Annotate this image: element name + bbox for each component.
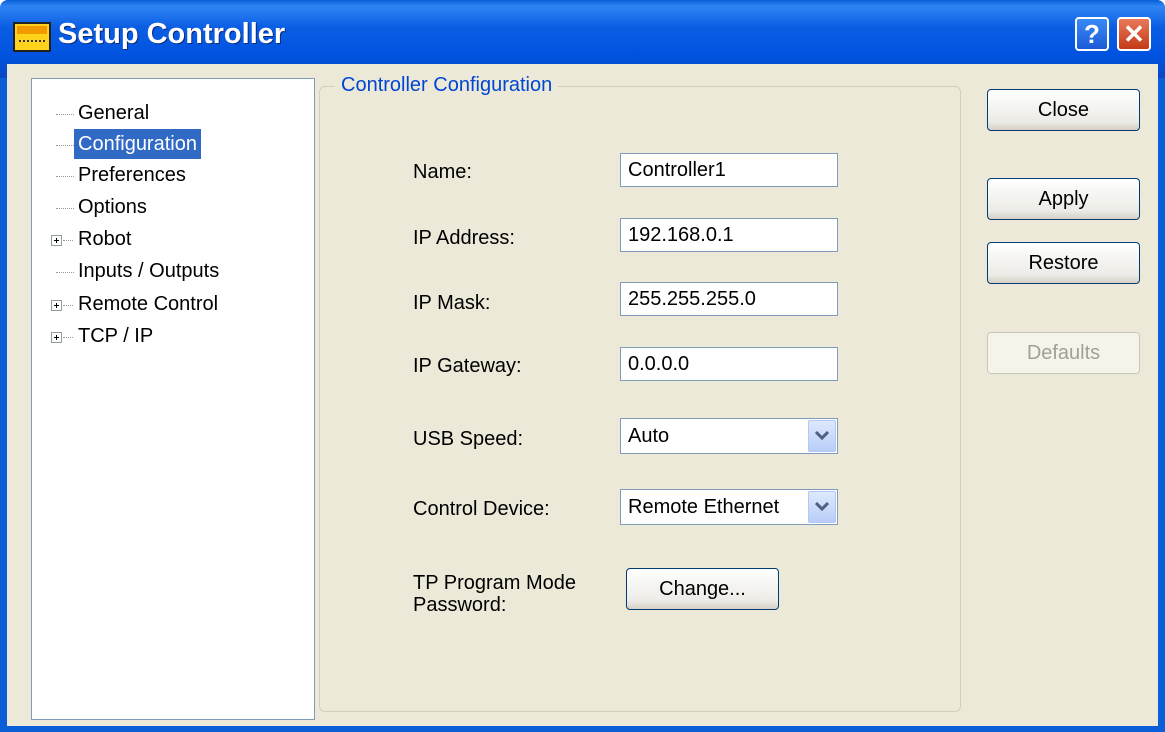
tree-connector <box>56 208 74 209</box>
ip-address-label: IP Address: <box>413 227 515 249</box>
window-title: Setup Controller <box>58 18 286 50</box>
control-device-value: Remote Ethernet <box>628 496 780 518</box>
usb-speed-value: Auto <box>628 425 670 447</box>
change-password-button[interactable]: Change... <box>626 568 779 610</box>
restore-button[interactable]: Restore <box>987 242 1140 284</box>
tree-item-label: Configuration <box>74 129 201 159</box>
name-field[interactable]: Controller1 <box>620 153 838 187</box>
control-device-label: Control Device: <box>413 498 550 520</box>
plus-box-icon[interactable] <box>51 235 62 246</box>
tree-connector <box>63 337 73 338</box>
tree-connector <box>56 114 74 115</box>
tree-connector <box>63 305 73 306</box>
ip-gateway-label: IP Gateway: <box>413 355 522 377</box>
ip-mask-label: IP Mask: <box>413 292 491 314</box>
apply-button[interactable]: Apply <box>987 178 1140 220</box>
close-icon[interactable]: ✕ <box>1117 17 1151 51</box>
chevron-down-icon[interactable] <box>808 420 836 452</box>
tree-item-label: Options <box>78 196 147 218</box>
tree-item-label: Remote Control <box>78 293 219 315</box>
chevron-down-icon[interactable] <box>808 491 836 523</box>
tree-connector <box>56 145 74 146</box>
close-button[interactable]: Close <box>987 89 1140 131</box>
controller-app-icon <box>13 22 51 52</box>
usb-speed-label: USB Speed: <box>413 428 524 450</box>
setup-controller-window: Setup Controller ? ✕ General Configurati… <box>0 0 1165 732</box>
ip-mask-field[interactable]: 255.255.255.0 <box>620 282 838 316</box>
dialog-client-area: General Configuration Preferences Option… <box>7 64 1158 726</box>
tree-item-label: General <box>78 102 150 124</box>
tree-item-label: TCP / IP <box>78 325 154 347</box>
plus-box-icon[interactable] <box>51 332 62 343</box>
help-icon[interactable]: ? <box>1075 17 1109 51</box>
tp-password-label-line2: Password: <box>413 594 507 616</box>
tree-item-label: Robot <box>78 228 132 250</box>
defaults-button: Defaults <box>987 332 1140 374</box>
name-label: Name: <box>413 161 472 183</box>
group-title: Controller Configuration <box>335 74 559 97</box>
tree-connector <box>56 176 74 177</box>
tree-item-label: Inputs / Outputs <box>78 260 220 282</box>
control-device-select[interactable]: Remote Ethernet <box>620 489 838 525</box>
ip-gateway-field[interactable]: 0.0.0.0 <box>620 347 838 381</box>
tp-password-label-line1: TP Program Mode <box>413 572 577 594</box>
plus-box-icon[interactable] <box>51 300 62 311</box>
tree-item-label: Preferences <box>78 164 186 186</box>
tree-connector <box>56 272 74 273</box>
ip-address-field[interactable]: 192.168.0.1 <box>620 218 838 252</box>
usb-speed-select[interactable]: Auto <box>620 418 838 454</box>
settings-tree[interactable]: General Configuration Preferences Option… <box>31 78 315 720</box>
tree-connector <box>63 240 73 241</box>
